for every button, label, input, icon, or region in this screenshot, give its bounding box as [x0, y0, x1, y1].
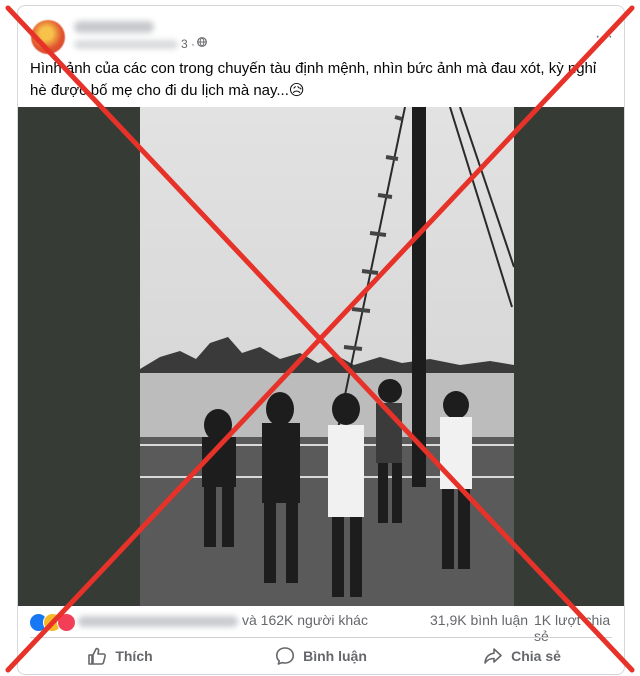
like-label: Thích: [115, 648, 153, 664]
post-caption: Hình ảnh của các con trong chuyến tàu đị…: [30, 60, 597, 99]
reaction-stats: và 162K người khác 31,9K bình luận 1K lư…: [18, 606, 624, 644]
share-label: Chia sẻ: [511, 648, 561, 664]
post-header: 3 · ···: [18, 6, 624, 58]
post-card: 3 · ··· Hình ảnh của các con trong chuyế…: [17, 5, 625, 675]
share-icon: [484, 648, 502, 664]
author-meta-redacted: [74, 40, 178, 49]
thumbs-up-icon: [88, 647, 107, 665]
share-button[interactable]: Chia sẻ: [422, 638, 622, 674]
comment-button[interactable]: Bình luận: [221, 638, 421, 674]
author-name-redacted[interactable]: [74, 21, 154, 33]
comment-label: Bình luận: [303, 648, 367, 664]
reaction-count[interactable]: và 162K người khác: [242, 612, 368, 628]
comment-count[interactable]: 31,9K bình luận: [430, 612, 528, 628]
post-photo[interactable]: [140, 107, 514, 606]
globe-icon: [197, 37, 207, 47]
reactor-names-redacted[interactable]: [78, 616, 238, 627]
comment-icon: [276, 647, 295, 665]
avatar[interactable]: [31, 20, 65, 54]
post-media[interactable]: [18, 107, 624, 606]
post-time[interactable]: 3 ·: [181, 37, 195, 51]
more-options-icon[interactable]: ···: [595, 28, 614, 46]
action-bar: Thích Bình luận Chia sẻ: [18, 638, 624, 674]
haha-icon[interactable]: [57, 613, 76, 632]
like-button[interactable]: Thích: [20, 638, 220, 674]
